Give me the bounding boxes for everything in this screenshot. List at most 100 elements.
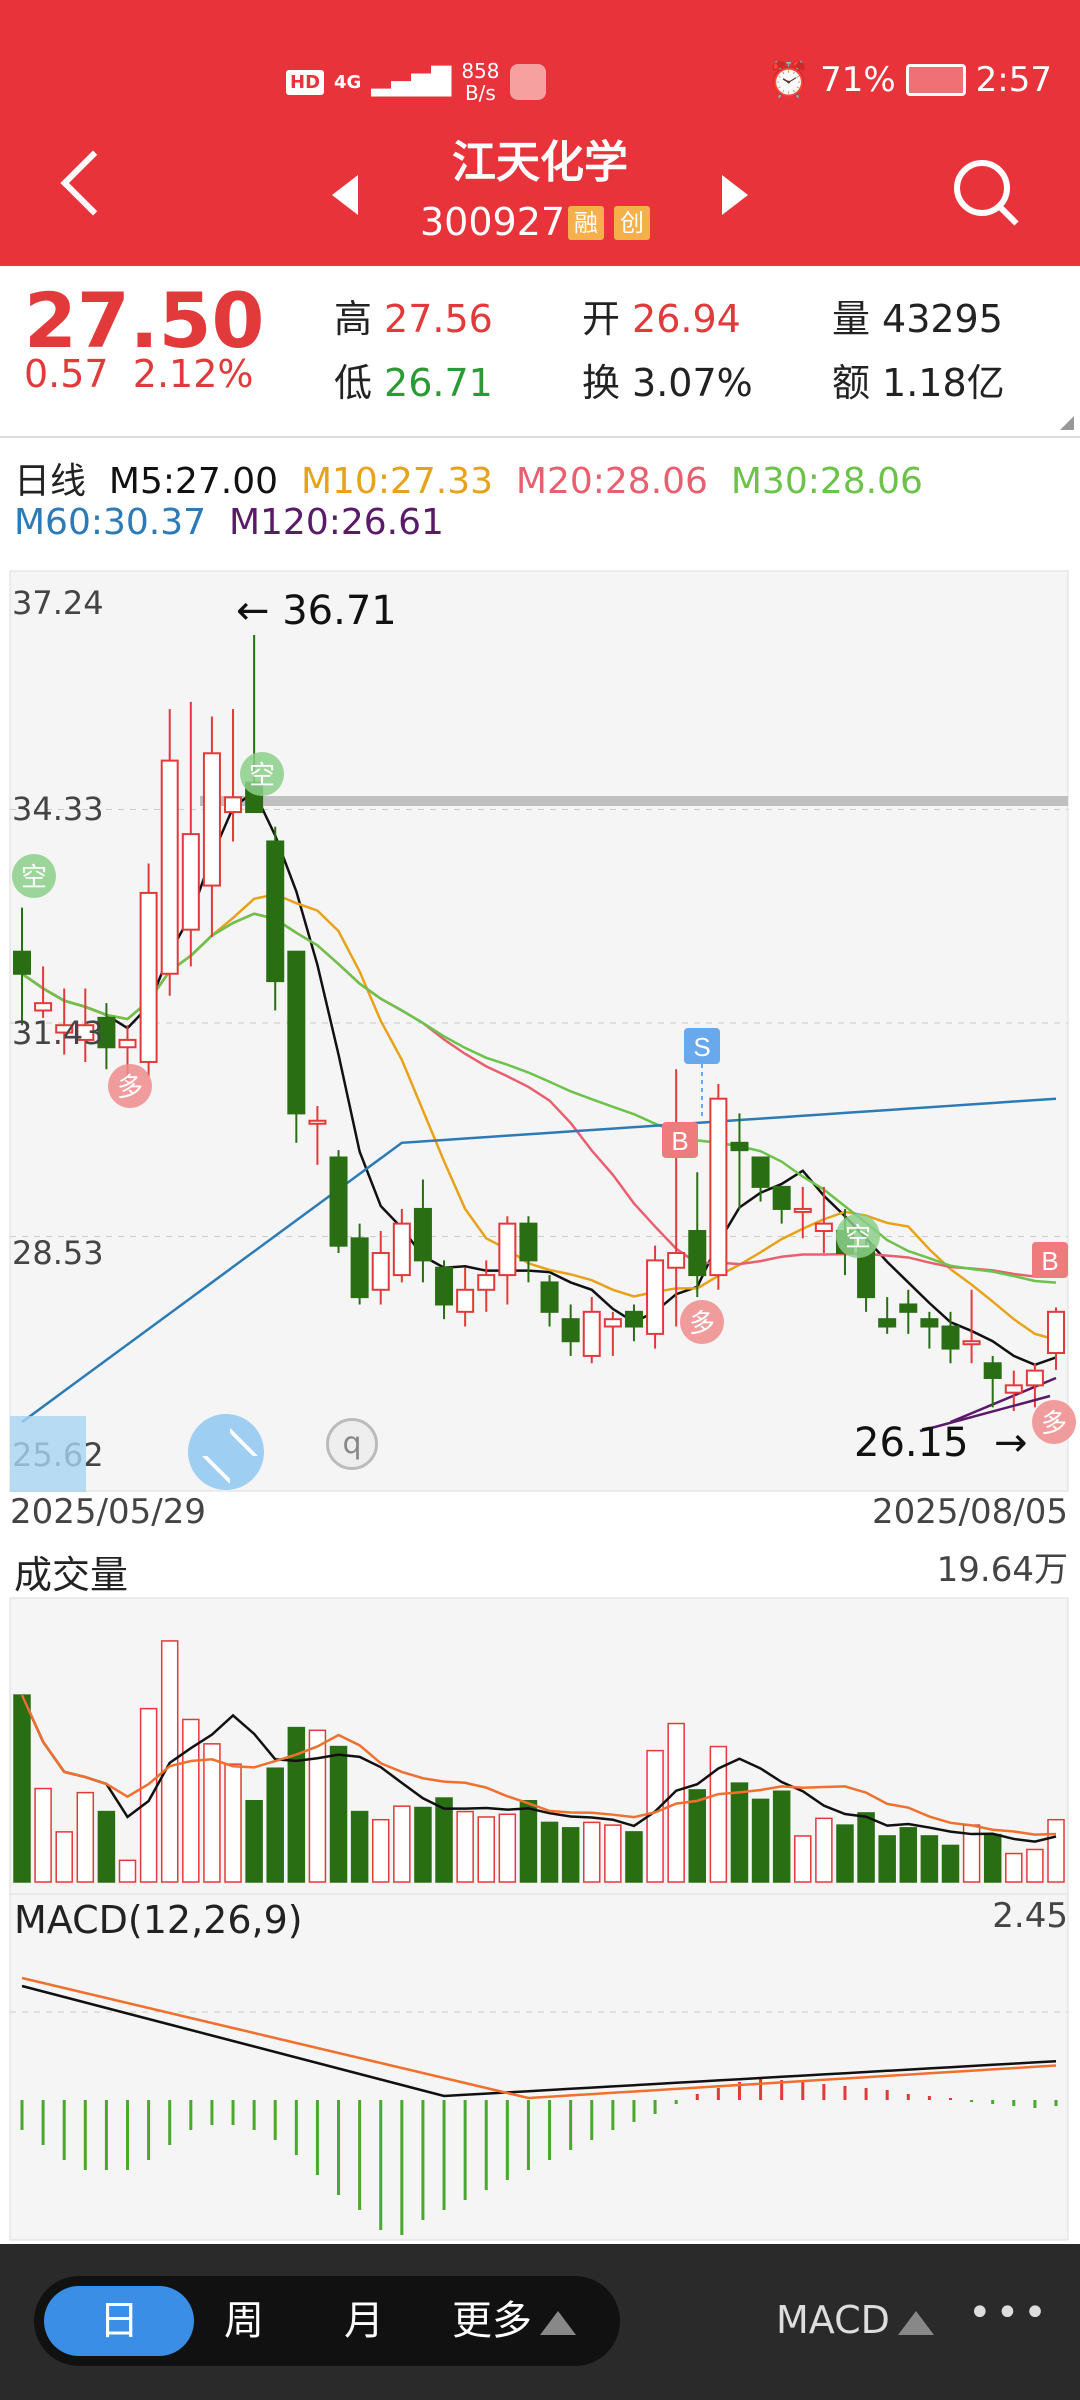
- candle-body: [772, 1185, 791, 1210]
- volume-bar: [498, 1813, 517, 1883]
- volume-bar: [34, 1787, 52, 1883]
- volume-bar: [139, 1707, 158, 1883]
- candle-body: [941, 1325, 960, 1350]
- net-speed-unit: B/s: [464, 81, 496, 105]
- ma30-label: M30:28.06: [730, 461, 923, 502]
- candle-body: [920, 1318, 939, 1328]
- indicator-triangle-icon: [897, 2310, 934, 2335]
- change-abs: 0.57: [24, 352, 109, 396]
- date-start: 2025/05/29: [10, 1492, 206, 1532]
- volume-bar: [329, 1745, 348, 1883]
- candle-body: [371, 1252, 390, 1291]
- candle-body: [139, 891, 158, 1063]
- ma20-label: M20:28.06: [515, 461, 708, 502]
- low-label: 低: [334, 361, 373, 405]
- open-value: 26.94: [632, 297, 741, 341]
- volume-label: 量: [832, 297, 871, 341]
- volume-bar: [625, 1831, 643, 1883]
- tab-day[interactable]: 日: [44, 2276, 194, 2366]
- net-speed: 858 B/s: [461, 60, 499, 104]
- app-notification-icon: [509, 64, 546, 100]
- candle-body: [181, 833, 200, 931]
- amount-value: 1.18亿: [882, 361, 1005, 405]
- hd-icon: HD: [286, 69, 325, 95]
- duo-signal-icon-label: 多: [689, 1308, 715, 1338]
- app-header: HD 4G ▂▄▆█ 858 B/s ⏰ 71% 2:57 江天化学 300927…: [0, 0, 1080, 266]
- candle-body: [498, 1222, 517, 1277]
- volume-bar: [266, 1767, 284, 1883]
- candle-body: [603, 1318, 622, 1328]
- high-value: 27.56: [384, 297, 493, 341]
- macd-chart-panel: [9, 1893, 1069, 2241]
- candle-body: [624, 1310, 643, 1328]
- candle-body: [160, 759, 179, 975]
- candle-body: [202, 752, 221, 887]
- candle-body: [413, 1207, 432, 1262]
- tab-more[interactable]: 更多: [424, 2276, 604, 2366]
- volume-bar: [561, 1827, 580, 1883]
- search-icon[interactable]: [954, 160, 1010, 216]
- battery-percent: 71%: [820, 60, 896, 100]
- indicator-selector[interactable]: MACD: [776, 2298, 934, 2342]
- amount-field: 额 1.18亿: [832, 352, 1005, 407]
- ma120-label: M120:26.61: [228, 502, 444, 543]
- volume-bar: [13, 1694, 31, 1883]
- ma60-label: M60:30.37: [14, 502, 207, 543]
- resistance-band: [200, 796, 1068, 806]
- volume-bar: [350, 1810, 369, 1883]
- candle-body: [477, 1274, 496, 1291]
- ma-legend-row2: M60:30.37 M120:26.61: [14, 502, 444, 543]
- duo-signal-icon-label: 多: [1041, 1408, 1067, 1438]
- volume-max: 19.64万: [936, 1550, 1068, 1590]
- volume-field: 量 43295: [832, 288, 1003, 343]
- more-options-icon[interactable]: •••: [968, 2290, 1051, 2336]
- candle-body: [266, 840, 285, 983]
- volume-bar: [857, 1812, 875, 1883]
- next-stock-icon[interactable]: [722, 175, 748, 215]
- prev-stock-icon[interactable]: [332, 175, 358, 215]
- buy-signal-icon-label: B: [671, 1126, 688, 1156]
- volume-bar: [920, 1835, 939, 1883]
- kong-signal-icon-label: 空: [845, 1222, 871, 1252]
- volume-bar: [97, 1810, 116, 1883]
- candle-body: [709, 1097, 728, 1277]
- change-pct: 2.12%: [132, 352, 254, 396]
- candle-body: [561, 1318, 580, 1343]
- alarm-icon: ⏰: [767, 60, 811, 100]
- volume-bar: [203, 1743, 221, 1883]
- candle-body: [456, 1288, 475, 1313]
- kline-chart-area[interactable]: 空多空SB多空B多: [0, 566, 1080, 2244]
- collapse-side-icon[interactable]: [10, 1416, 86, 1492]
- y-label-4: 28.53: [12, 1234, 104, 1272]
- high-field: 高 27.56: [334, 288, 493, 343]
- indicator-label: MACD: [776, 2298, 890, 2342]
- price-change: 0.57 2.12%: [24, 352, 254, 396]
- expand-corner-icon[interactable]: [1060, 416, 1074, 430]
- low-value: 26.71: [384, 361, 493, 405]
- volume-bar: [794, 1835, 812, 1883]
- candle-body: [878, 1318, 897, 1328]
- period-switcher: 日 周 月 更多: [34, 2276, 620, 2366]
- candle-body: [751, 1156, 770, 1188]
- period-label[interactable]: 日线: [14, 461, 86, 502]
- date-end: 2025/08/05: [872, 1492, 1068, 1532]
- expand-icon[interactable]: [188, 1414, 264, 1490]
- info-icon[interactable]: q: [326, 1418, 378, 1470]
- margin-tag: 融: [568, 206, 604, 240]
- signal-icon: 4G: [334, 71, 362, 93]
- candle-body: [962, 1340, 981, 1346]
- amount-label: 额: [832, 361, 871, 405]
- low-field: 低 26.71: [334, 352, 493, 407]
- volume-bar: [477, 1816, 495, 1883]
- tab-month[interactable]: 月: [304, 2276, 424, 2366]
- low-marker: 26.15 →: [854, 1420, 1028, 1466]
- volume-title: 成交量: [14, 1553, 129, 1597]
- y-label-top: 37.24: [12, 584, 104, 622]
- candle-body: [899, 1303, 918, 1313]
- volume-bar: [772, 1790, 791, 1883]
- low-marker-value: 26.15: [854, 1420, 969, 1466]
- candle-body: [287, 950, 306, 1115]
- volume-bar: [878, 1835, 896, 1883]
- tab-week[interactable]: 周: [184, 2276, 304, 2366]
- volume-bar: [540, 1821, 559, 1883]
